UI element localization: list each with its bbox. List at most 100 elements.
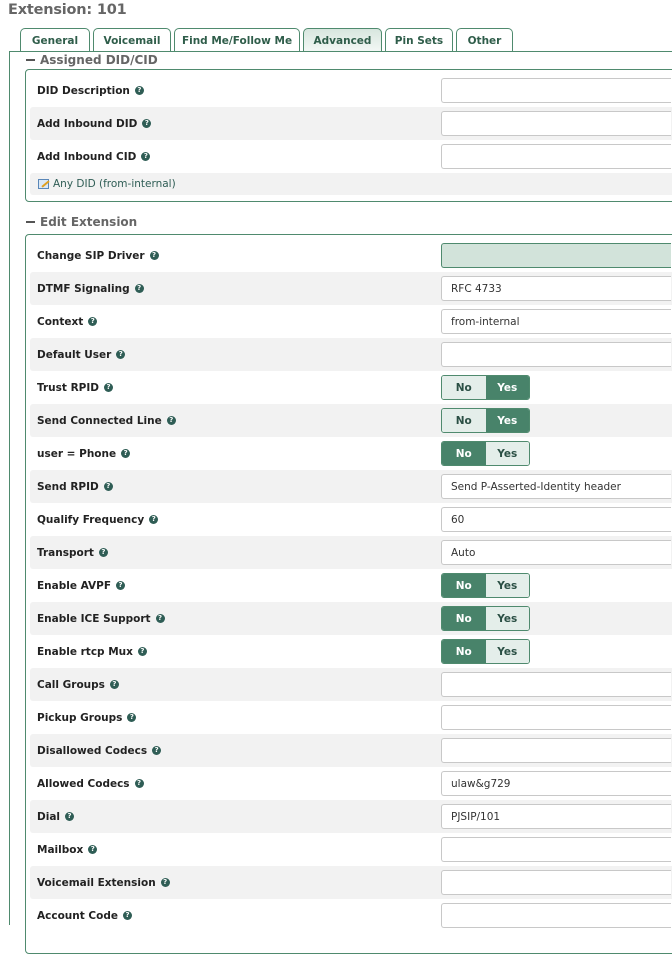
toggle-yes[interactable]: Yes bbox=[485, 409, 529, 432]
default-user-input[interactable] bbox=[441, 342, 671, 367]
field-label-text: user = Phone bbox=[37, 447, 117, 460]
toggle-no[interactable]: No bbox=[442, 442, 486, 465]
field-label-text: Trust RPID bbox=[37, 381, 99, 394]
tab-pin-sets[interactable]: Pin Sets bbox=[385, 28, 453, 52]
transport-input[interactable]: Auto bbox=[441, 540, 671, 565]
toggle-no[interactable]: No bbox=[442, 640, 486, 663]
field-label-text: Default User bbox=[37, 348, 112, 361]
toggle-yes[interactable]: Yes bbox=[485, 607, 529, 630]
toggle-no[interactable]: No bbox=[442, 409, 486, 432]
help-icon[interactable]: ? bbox=[152, 746, 162, 755]
help-icon[interactable]: ? bbox=[134, 86, 144, 95]
help-icon[interactable]: ? bbox=[121, 449, 131, 458]
collapse-icon[interactable] bbox=[26, 221, 35, 223]
help-icon[interactable]: ? bbox=[149, 251, 159, 260]
toggle-no[interactable]: No bbox=[442, 607, 486, 630]
mailbox-input[interactable] bbox=[441, 837, 671, 862]
form-row: Send RPID? Send P-Asserted-Identity heade… bbox=[30, 470, 672, 503]
enable-rtcp-mux-toggle[interactable]: No Yes bbox=[441, 639, 530, 664]
help-icon[interactable]: ? bbox=[134, 284, 144, 293]
help-icon[interactable]: ? bbox=[103, 482, 113, 491]
tab-voicemail[interactable]: Voicemail bbox=[93, 28, 171, 52]
allowed-codecs-input[interactable]: ulaw&g729 bbox=[441, 771, 671, 796]
help-icon[interactable]: ? bbox=[122, 911, 132, 920]
help-icon[interactable]: ? bbox=[127, 713, 137, 722]
help-icon[interactable]: ? bbox=[98, 548, 108, 557]
form-row: Default User? bbox=[30, 338, 672, 371]
dtmf-signaling-input[interactable]: RFC 4733 bbox=[441, 276, 671, 301]
field-label: Enable AVPF? bbox=[37, 579, 126, 592]
help-icon[interactable]: ? bbox=[141, 152, 151, 161]
any-did-link-text[interactable]: Any DID (from-internal) bbox=[53, 178, 176, 190]
form-row: Voicemail Extension? bbox=[30, 866, 672, 899]
tab-other[interactable]: Other bbox=[456, 28, 513, 52]
tab-advanced[interactable]: Advanced bbox=[303, 28, 382, 52]
form-row: Mailbox? bbox=[30, 833, 672, 866]
section-assigned-did-cid: DID Description? Add Inbound DID? Add Inbo… bbox=[25, 69, 672, 202]
help-icon[interactable]: ? bbox=[149, 515, 159, 524]
help-icon[interactable]: ? bbox=[134, 779, 144, 788]
dial-input[interactable]: PJSIP/101 bbox=[441, 804, 671, 829]
toggle-yes[interactable]: Yes bbox=[485, 574, 529, 597]
field-label-text: Allowed Codecs bbox=[37, 777, 130, 790]
form-row: Account Code? bbox=[30, 899, 672, 932]
any-did-link[interactable]: Any DID (from-internal) bbox=[30, 173, 672, 195]
help-icon[interactable]: ? bbox=[142, 119, 152, 128]
enable-ice-support-toggle[interactable]: No Yes bbox=[441, 606, 530, 631]
tab-find-me-follow-me[interactable]: Find Me/Follow Me bbox=[174, 28, 300, 52]
collapse-icon[interactable] bbox=[26, 59, 35, 61]
call-groups-input[interactable] bbox=[441, 672, 671, 697]
section-edit-extension-header[interactable]: Edit Extension bbox=[26, 215, 137, 229]
add-inbound-did-input[interactable] bbox=[441, 111, 671, 136]
tab-general[interactable]: General bbox=[20, 28, 90, 52]
help-icon[interactable]: ? bbox=[160, 878, 170, 887]
help-icon[interactable]: ? bbox=[109, 680, 119, 689]
field-label: Enable ICE Support? bbox=[37, 613, 165, 625]
help-icon[interactable]: ? bbox=[137, 647, 147, 656]
help-icon[interactable]: ? bbox=[104, 383, 113, 392]
field-label-text: Disallowed Codecs bbox=[37, 744, 148, 757]
help-icon[interactable]: ? bbox=[116, 581, 126, 590]
pickup-groups-input[interactable] bbox=[441, 705, 671, 730]
enable-avpf-toggle[interactable]: No Yes bbox=[441, 573, 530, 598]
help-icon[interactable]: ? bbox=[155, 614, 165, 623]
add-inbound-cid-input[interactable] bbox=[441, 144, 671, 169]
field-label: Allowed Codecs? bbox=[37, 778, 144, 790]
help-icon[interactable]: ? bbox=[166, 416, 176, 425]
field-label-text: Pickup Groups bbox=[37, 711, 123, 724]
field-label: Change SIP Driver? bbox=[37, 250, 159, 262]
field-label: Default User? bbox=[37, 348, 126, 361]
send-connected-line-toggle[interactable]: No Yes bbox=[441, 408, 530, 433]
page-title: Extension: 101 bbox=[8, 2, 127, 18]
toggle-yes[interactable]: Yes bbox=[485, 376, 529, 399]
field-label-text: Call Groups bbox=[37, 678, 105, 691]
section-assigned-did-cid-header[interactable]: Assigned DID/CID bbox=[26, 53, 158, 67]
field-label-text: Mailbox bbox=[37, 843, 84, 856]
help-icon[interactable]: ? bbox=[65, 812, 74, 821]
context-input[interactable]: from-internal bbox=[441, 309, 671, 334]
did-description-input[interactable] bbox=[441, 78, 671, 103]
qualify-frequency-input[interactable]: 60 bbox=[441, 507, 671, 532]
disallowed-codecs-input[interactable] bbox=[441, 738, 671, 763]
form-row: Enable rtcp Mux? No Yes bbox=[30, 635, 672, 668]
account-code-input[interactable] bbox=[441, 903, 671, 928]
trust-rpid-toggle[interactable]: No Yes bbox=[441, 375, 530, 400]
field-label-text: Enable AVPF bbox=[37, 579, 112, 592]
help-icon[interactable]: ? bbox=[88, 845, 98, 854]
form-row: Qualify Frequency? 60 bbox=[30, 503, 672, 536]
help-icon[interactable]: ? bbox=[116, 350, 126, 359]
voicemail-extension-input[interactable] bbox=[441, 870, 671, 895]
toggle-no[interactable]: No bbox=[442, 574, 486, 597]
user-phone-toggle[interactable]: No Yes bbox=[441, 441, 530, 466]
toggle-yes[interactable]: Yes bbox=[485, 442, 529, 465]
form-row: Pickup Groups? bbox=[30, 701, 672, 734]
help-icon[interactable]: ? bbox=[88, 317, 98, 326]
toggle-no[interactable]: No bbox=[442, 376, 486, 399]
send-rpid-input[interactable]: Send P-Asserted-Identity header bbox=[441, 474, 671, 499]
section-edit-extension: Change SIP Driver? DTMF Signaling? RFC 473… bbox=[25, 234, 672, 954]
form-row: Allowed Codecs? ulaw&g729 bbox=[30, 767, 672, 800]
change-sip-driver-input[interactable] bbox=[441, 243, 671, 268]
form-row: Transport? Auto bbox=[30, 536, 672, 569]
tab-panel-left-border bbox=[9, 51, 10, 925]
toggle-yes[interactable]: Yes bbox=[485, 640, 529, 663]
